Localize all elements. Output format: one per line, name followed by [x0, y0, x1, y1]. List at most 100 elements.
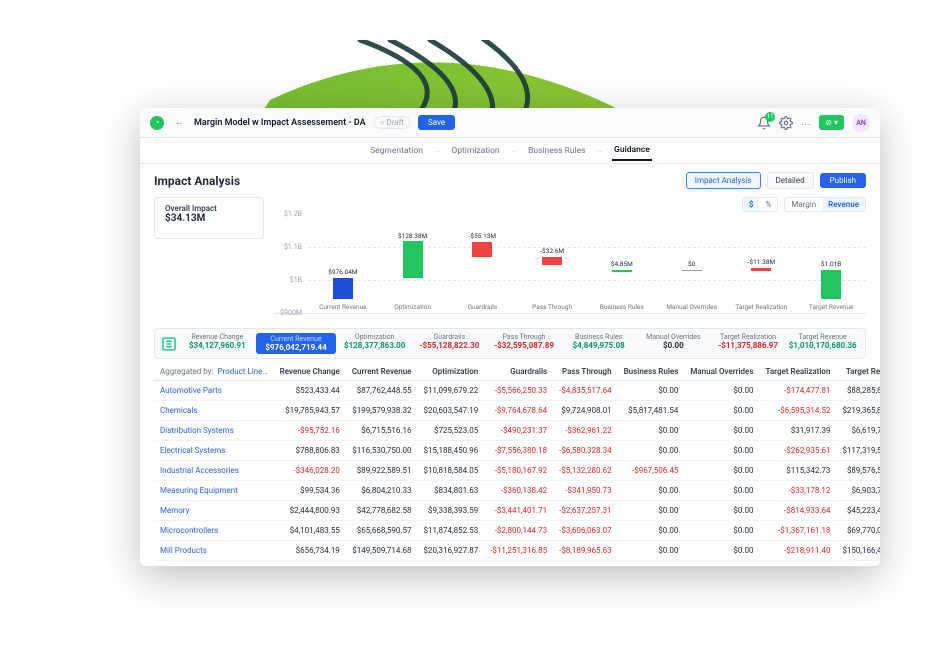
product-line-link[interactable]: Distribution Systems — [154, 421, 274, 441]
overall-impact-label: Overall Impact — [165, 204, 253, 213]
table-row: Microcontrollers$4,101,483.55$65,668,590… — [154, 521, 880, 541]
chart-bar-category: Target Revenue — [801, 304, 861, 311]
summary-header: Target Realization — [712, 333, 785, 341]
table-cell: $45,223,483.51 — [836, 501, 880, 521]
product-line-link[interactable]: Automotive Parts — [154, 381, 274, 401]
notifications-button[interactable]: 11 — [757, 116, 771, 130]
table-cell: $0.00 — [684, 421, 759, 441]
table-cell: $42,778,682.58 — [346, 501, 418, 521]
column-header[interactable]: Optimization — [417, 363, 484, 381]
page-title: Impact Analysis — [154, 174, 240, 188]
table-row: Mill Products$656,734.19$149,509,714.68 $… — [154, 541, 880, 561]
summary-header: Optimization — [338, 333, 411, 341]
product-line-link[interactable]: Mill Products — [154, 541, 274, 561]
chart-bar-category: Optimization — [383, 304, 443, 311]
product-line-link[interactable]: Industrial Accessories — [154, 461, 274, 481]
table-cell: $19,785,943.57 — [274, 401, 346, 421]
tab-optimization[interactable]: Optimization — [449, 142, 501, 160]
table-cell: $656,734.19 — [274, 541, 346, 561]
more-menu-button[interactable]: ... — [801, 118, 811, 128]
table-cell: $11,874,852.53 — [417, 521, 484, 541]
settings-icon[interactable] — [779, 116, 793, 130]
chart-bar-category: Guardrails — [452, 304, 512, 311]
table-cell: $0.00 — [618, 381, 685, 401]
tab-guidance[interactable]: Guidance — [612, 141, 652, 161]
column-header[interactable]: Target Realization — [759, 363, 836, 381]
unit-dollar[interactable]: $ — [743, 198, 760, 211]
waterfall-chart: $900M $1B $1.1B $1.2B $976.04MCurrent Re… — [274, 214, 866, 314]
summary-cell: Optimization$128,377,863.00 — [338, 333, 411, 354]
impact-analysis-button[interactable]: Impact Analysis — [686, 172, 761, 189]
product-line-link[interactable]: Chemicals — [154, 401, 274, 421]
table-cell: -$8,189,965.63 — [553, 541, 617, 561]
product-line-link[interactable]: Microcontrollers — [154, 521, 274, 541]
summary-header: Target Revenue — [786, 333, 859, 341]
metric-revenue[interactable]: Revenue — [822, 198, 865, 211]
table-cell: $149,509,714.68 — [346, 541, 418, 561]
table-row: Distribution Systems-$95,752.16$6,715,51… — [154, 421, 880, 441]
product-line-link[interactable]: Electrical Systems — [154, 441, 274, 461]
table-cell: $788,806.83 — [274, 441, 346, 461]
app-logo-icon: ◔ — [150, 116, 164, 130]
unit-percent[interactable]: % — [759, 198, 777, 211]
detailed-button[interactable]: Detailed — [767, 172, 814, 189]
column-header[interactable]: Target Revenue — [836, 363, 880, 381]
table-cell: -$2,800,144.73 — [484, 521, 553, 541]
table-cell: -$5,566,250.33 — [484, 381, 553, 401]
process-steps-nav: Segmentation → Optimization → Business R… — [140, 138, 880, 164]
table-cell: $116,530,750.00 — [346, 441, 418, 461]
table-cell: -$33,178.12 — [759, 481, 836, 501]
table-cell: $0.00 — [684, 441, 759, 461]
chart-bar-value: -$11.38M — [731, 258, 791, 266]
metric-toggle[interactable]: Margin Revenue — [784, 197, 866, 212]
summary-header: Pass Through — [488, 333, 561, 341]
table-cell: $0.00 — [684, 381, 759, 401]
table-cell: $0.00 — [684, 521, 759, 541]
summary-value: $0.00 — [637, 341, 710, 350]
table-cell: $0.00 — [618, 441, 685, 461]
table-row: Electrical Systems$788,806.83$116,530,75… — [154, 441, 880, 461]
column-header[interactable]: Business Rules — [618, 363, 685, 381]
summary-cell: Guardrails-$55,128,822.30 — [413, 333, 486, 354]
chart-bar-value: $0 — [662, 260, 722, 268]
tab-business-rules[interactable]: Business Rules — [526, 142, 587, 160]
product-line-link[interactable]: Memory — [154, 501, 274, 521]
column-header[interactable]: Pass Through — [553, 363, 617, 381]
unit-toggle[interactable]: $ % — [742, 197, 778, 212]
summary-header: Business Rules — [562, 333, 635, 341]
table-cell: $0.00 — [618, 501, 685, 521]
status-dropdown-button[interactable]: ⊘ ▾ — [819, 115, 844, 130]
table-cell: $150,166,448.88 — [836, 541, 880, 561]
table-cell: $88,285,881.99 — [836, 381, 880, 401]
table-cell: $115,342.73 — [759, 461, 836, 481]
page-header: Impact Analysis Impact Analysis Detailed… — [140, 164, 880, 197]
table-cell: $0.00 — [684, 401, 759, 421]
chart-toggles: $ % Margin Revenue — [274, 197, 866, 212]
aggregated-by-header[interactable]: Aggregated by:Product Line… — [154, 363, 274, 381]
publish-button[interactable]: Publish — [820, 173, 866, 188]
user-avatar[interactable]: AN — [852, 114, 870, 132]
product-line-link[interactable]: Measuring Equipment — [154, 481, 274, 501]
back-button[interactable]: ← — [172, 116, 186, 130]
chart-bar: $1.01BTarget Revenue — [796, 214, 866, 299]
column-header[interactable]: Revenue Change — [274, 363, 346, 381]
column-header[interactable]: Current Revenue — [346, 363, 418, 381]
column-header[interactable]: Guardrails — [484, 363, 553, 381]
table-cell: -$1,367,161.18 — [759, 521, 836, 541]
chart-bar: $4.85MBusiness Rules — [587, 214, 657, 299]
export-icon[interactable] — [161, 336, 177, 352]
column-header[interactable]: Manual Overrides — [684, 363, 759, 381]
chart-area: Overall Impact $34.13M $ % Margin Revenu… — [140, 197, 880, 320]
summary-value: $34,127,960.91 — [181, 341, 254, 350]
chart-bar-value: $128.38M — [383, 232, 443, 240]
table-cell: -$3,441,401.71 — [484, 501, 553, 521]
tab-segmentation[interactable]: Segmentation — [368, 142, 425, 160]
save-button[interactable]: Save — [418, 115, 455, 130]
summary-cell: Business Rules$4,849,975.08 — [562, 333, 635, 354]
table-cell: $65,668,590.57 — [346, 521, 418, 541]
table-cell: $9,724,908.01 — [553, 401, 617, 421]
chart-bar: -$32.6MPass Through — [517, 214, 587, 299]
table-cell: -$967,506.45 — [618, 461, 685, 481]
summary-cell: Manual Overrides$0.00 — [637, 333, 710, 354]
metric-margin[interactable]: Margin — [785, 198, 822, 211]
